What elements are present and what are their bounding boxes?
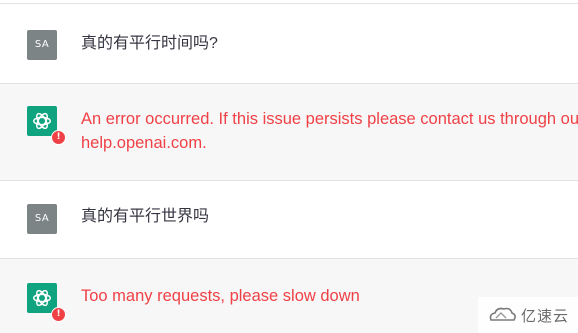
yisu-cloud-logo-icon xyxy=(489,307,516,321)
user-message-row: SA 真的有平行世界吗 xyxy=(0,180,578,258)
openai-logo-icon xyxy=(33,289,51,307)
chat-thread: SA 真的有平行时间吗? ! An error occurred. If thi… xyxy=(0,0,578,333)
assistant-avatar: ! xyxy=(27,106,66,145)
error-badge-icon: ! xyxy=(51,307,66,322)
user-avatar: SA xyxy=(27,204,57,234)
user-message-text: 真的有平行世界吗 xyxy=(81,208,210,225)
error-badge-icon: ! xyxy=(51,130,66,145)
error-message-line-1: An error occurred. If this issue persist… xyxy=(81,110,578,128)
user-message-row: SA 真的有平行时间吗? xyxy=(0,3,578,83)
error-message-line-2[interactable]: help.openai.com. xyxy=(81,131,578,155)
assistant-avatar: ! xyxy=(27,283,66,322)
openai-logo-icon xyxy=(33,112,51,130)
assistant-message-row: ! An error occurred. If this issue persi… xyxy=(0,83,578,180)
watermark-text: 亿速云 xyxy=(520,306,569,325)
watermark: 亿速云 xyxy=(478,297,578,333)
user-avatar: SA xyxy=(27,30,57,60)
user-message-text: 真的有平行时间吗? xyxy=(81,35,218,52)
